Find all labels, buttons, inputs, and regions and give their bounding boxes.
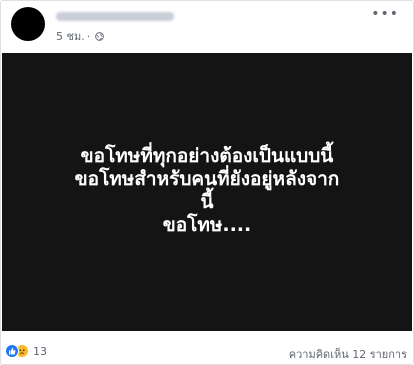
like-reaction-icon [5,344,19,358]
post-header: 5 ชม. · ••• [11,5,403,45]
post-meta: 5 ชม. · [56,27,105,45]
reactions-summary[interactable]: 13 [5,344,47,358]
comments-count-link[interactable]: ความคิดเห็น 12 รายการ [289,345,407,363]
post-image[interactable]: ขอโทษที่ทุกอย่างต้องเป็นแบบนี้ ขอโทษสำหร… [2,53,412,331]
caption-line: นี้ [200,191,214,213]
author-avatar[interactable] [11,7,45,41]
author-name-redacted[interactable] [56,12,174,21]
meta-separator: · [86,29,91,43]
image-caption: ขอโทษที่ทุกอย่างต้องเป็นแบบนี้ ขอโทษสำหร… [75,145,340,237]
more-options-icon[interactable]: ••• [371,7,399,21]
caption-line: ขอโทษ.... [162,214,252,236]
post-footer: 13 ความคิดเห็น 12 รายการ [5,341,407,361]
caption-line: ขอโทษสำหรับคนที่ยังอยู่หลังจาก [74,168,340,190]
facebook-post: 5 ชม. · ••• ขอโทษที่ทุกอย่างต้องเป็นแบบน… [0,0,414,365]
globe-icon[interactable] [95,31,105,41]
thumbs-up-icon [9,347,16,355]
reaction-count: 13 [33,344,47,358]
post-timestamp[interactable]: 5 ชม. [56,27,85,45]
caption-line: ขอโทษที่ทุกอย่างต้องเป็นแบบนี้ [80,145,334,167]
